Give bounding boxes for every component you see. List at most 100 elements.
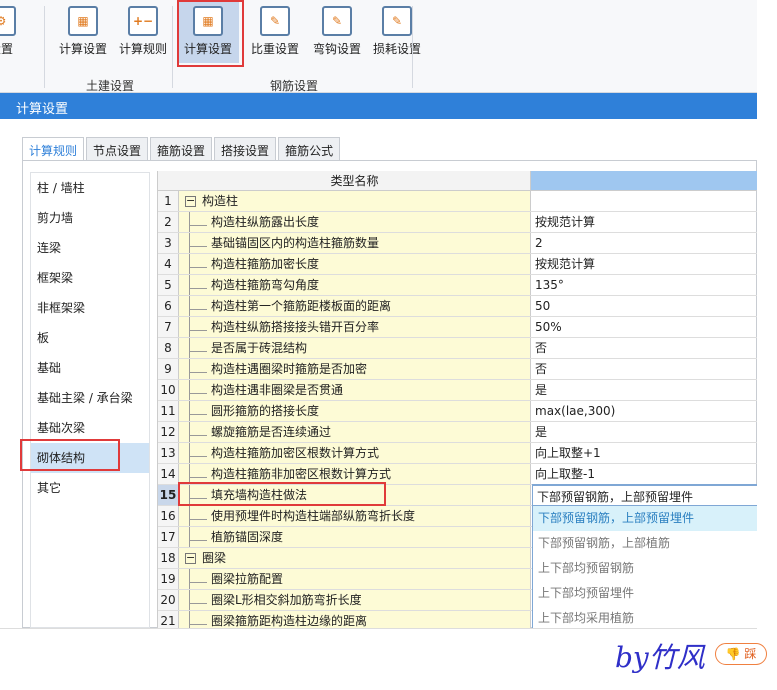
table-row[interactable]: 3 基础锚固区内的构造柱箍筋数量 2 [158, 233, 757, 254]
sidebar-item[interactable]: 其它 [31, 473, 149, 503]
tab-2[interactable]: 箍筋设置 [150, 137, 213, 161]
row-name: 构造柱纵筋搭接接头错开百分率 [179, 317, 531, 337]
row-name: 构造柱箍筋非加密区根数计算方式 [179, 464, 531, 484]
table-row[interactable]: 4 构造柱箍筋加密长度 按规范计算 [158, 254, 757, 275]
row-value: 是 [535, 425, 548, 439]
grid-header: 类型名称 [158, 171, 757, 191]
ribbon-button[interactable]: ✎ 弯钩设置 [306, 6, 368, 62]
tab-4[interactable]: 箍筋公式 [278, 137, 341, 161]
row-name-text: 是否属于砖混结构 [199, 341, 307, 355]
ribbon-button[interactable]: ⚙ 设置 [0, 6, 32, 62]
row-name-text: 构造柱第一个箍筋距楼板面的距离 [199, 299, 391, 313]
row-name-text: 构造柱遇非圈梁是否贯通 [199, 383, 343, 397]
calc-settings-icon: ▦ [68, 6, 98, 36]
sidebar-item[interactable]: 框架梁 [31, 263, 149, 293]
row-name: 植筋锚固深度 [179, 527, 531, 547]
tab-3[interactable]: 搭接设置 [214, 137, 277, 161]
ribbon-group-label: 土建设置 [86, 79, 135, 93]
row-number: 10 [158, 380, 179, 400]
sidebar-item[interactable]: 剪力墙 [31, 203, 149, 233]
table-row[interactable]: 1− 构造柱 [158, 191, 757, 212]
row-value: 按规范计算 [535, 257, 596, 271]
row-name-text: 基础锚固区内的构造柱箍筋数量 [199, 236, 379, 250]
row-name: 是否属于砖混结构 [179, 338, 531, 358]
row-value: 135° [535, 278, 564, 292]
row-number: 14 [158, 464, 179, 484]
highlight-box-ribbon [177, 0, 244, 67]
row-number: 12 [158, 422, 179, 442]
tab-0[interactable]: 计算规则 [22, 137, 85, 162]
dislike-button[interactable]: 👎 踩 [715, 643, 767, 665]
row-name-text: 构造柱箍筋加密区根数计算方式 [199, 446, 379, 460]
calc-rules-icon: +− [128, 6, 158, 36]
row-number: 15 [158, 485, 179, 505]
tab-1[interactable]: 节点设置 [86, 137, 149, 161]
row-number: 13 [158, 443, 179, 463]
dropdown-list[interactable]: 下部预留钢筋，上部预留埋件 下部预留钢筋，上部预留埋件 下部预留钢筋，上部植筋 上下… [532, 484, 757, 628]
loss-settings-icon: ✎ [382, 6, 412, 36]
sidebar-item[interactable]: 基础主梁 / 承台梁 [31, 383, 149, 413]
row-name-text: 构造柱纵筋搭接接头错开百分率 [199, 320, 379, 334]
table-row[interactable]: 8 是否属于砖混结构 否 [158, 338, 757, 359]
collapse-icon[interactable]: − [185, 552, 196, 564]
row-name-text: 圈梁箍筋距构造柱边缘的距离 [199, 614, 367, 628]
row-name: 使用预埋件时构造柱端部纵筋弯折长度 [179, 506, 531, 526]
dropdown-option[interactable]: 下部预留钢筋，上部植筋 [533, 531, 757, 556]
row-name: − 构造柱 [179, 191, 531, 211]
highlight-box-row [178, 482, 386, 506]
table-row[interactable]: 2 构造柱纵筋露出长度 按规范计算 [158, 212, 757, 233]
row-number: 7 [158, 317, 179, 337]
hook-settings-icon: ✎ [322, 6, 352, 36]
row-value: 是 [535, 383, 548, 397]
table-row[interactable]: 5 构造柱箍筋弯勾角度 135° [158, 275, 757, 296]
ribbon-button[interactable]: ✎ 损耗设置 [366, 6, 428, 62]
row-value: 否 [535, 362, 548, 376]
ribbon-button[interactable]: ▦ 计算设置 [52, 6, 114, 62]
sidebar-item[interactable]: 板 [31, 323, 149, 353]
row-number: 21 [158, 611, 179, 628]
sidebar-item[interactable]: 非框架梁 [31, 293, 149, 323]
row-number: 18 [158, 548, 179, 568]
row-name: 圈梁箍筋距构造柱边缘的距离 [179, 611, 531, 628]
dropdown-option[interactable]: 上下部均预留埋件 [533, 581, 757, 606]
row-name: 构造柱箍筋加密区根数计算方式 [179, 443, 531, 463]
ribbon-button-label: 计算规则 [118, 42, 167, 56]
collapse-icon[interactable]: − [185, 195, 196, 207]
row-number: 20 [158, 590, 179, 610]
dropdown-option[interactable]: 下部预留钢筋，上部预留埋件 [533, 506, 757, 531]
row-name: 构造柱箍筋弯勾角度 [179, 275, 531, 295]
row-number: 6 [158, 296, 179, 316]
row-name: 圈梁拉筋配置 [179, 569, 531, 589]
gear-icon: ⚙ [0, 6, 16, 36]
window-title: 计算设置 [0, 93, 757, 119]
table-row[interactable]: 10 构造柱遇非圈梁是否贯通 是 [158, 380, 757, 401]
table-row[interactable]: 9 构造柱遇圈梁时箍筋是否加密 否 [158, 359, 757, 380]
row-number: 9 [158, 359, 179, 379]
ribbon-separator [412, 6, 413, 88]
row-number: 4 [158, 254, 179, 274]
row-name-text: 构造柱 [202, 194, 239, 208]
ribbon-button[interactable]: +− 计算规则 [112, 6, 174, 62]
sidebar-item[interactable]: 连梁 [31, 233, 149, 263]
row-name-text: 使用预埋件时构造柱端部纵筋弯折长度 [199, 509, 415, 523]
row-name: 构造柱箍筋加密长度 [179, 254, 531, 274]
dropdown-current-value[interactable]: 下部预留钢筋，上部预留埋件 [533, 484, 757, 506]
row-name-text: 植筋锚固深度 [199, 530, 283, 544]
table-row[interactable]: 13 构造柱箍筋加密区根数计算方式 向上取整+1 [158, 443, 757, 464]
table-row[interactable]: 6 构造柱第一个箍筋距楼板面的距离 50 [158, 296, 757, 317]
sidebar-item[interactable]: 基础 [31, 353, 149, 383]
row-number: 1 [158, 191, 179, 211]
row-name-text: 构造柱箍筋弯勾角度 [199, 278, 319, 292]
sidebar-item[interactable]: 柱 / 墙柱 [31, 173, 149, 203]
ribbon-button[interactable]: ✎ 比重设置 [244, 6, 306, 62]
dropdown-option[interactable]: 上下部均预留钢筋 [533, 556, 757, 581]
table-row[interactable]: 12 螺旋箍筋是否连续通过 是 [158, 422, 757, 443]
table-row[interactable]: 11 圆形箍筋的搭接长度 max(lae,300) [158, 401, 757, 422]
table-row[interactable]: 7 构造柱纵筋搭接接头错开百分率 50% [158, 317, 757, 338]
watermark: by竹风 [615, 641, 705, 674]
row-name-text: 圈梁L形相交斜加筋弯折长度 [199, 593, 362, 607]
ribbon-button-label: 计算设置 [58, 42, 107, 56]
row-number: 16 [158, 506, 179, 526]
row-value: max(lae,300) [535, 404, 616, 418]
row-name-text: 构造柱箍筋加密长度 [199, 257, 319, 271]
